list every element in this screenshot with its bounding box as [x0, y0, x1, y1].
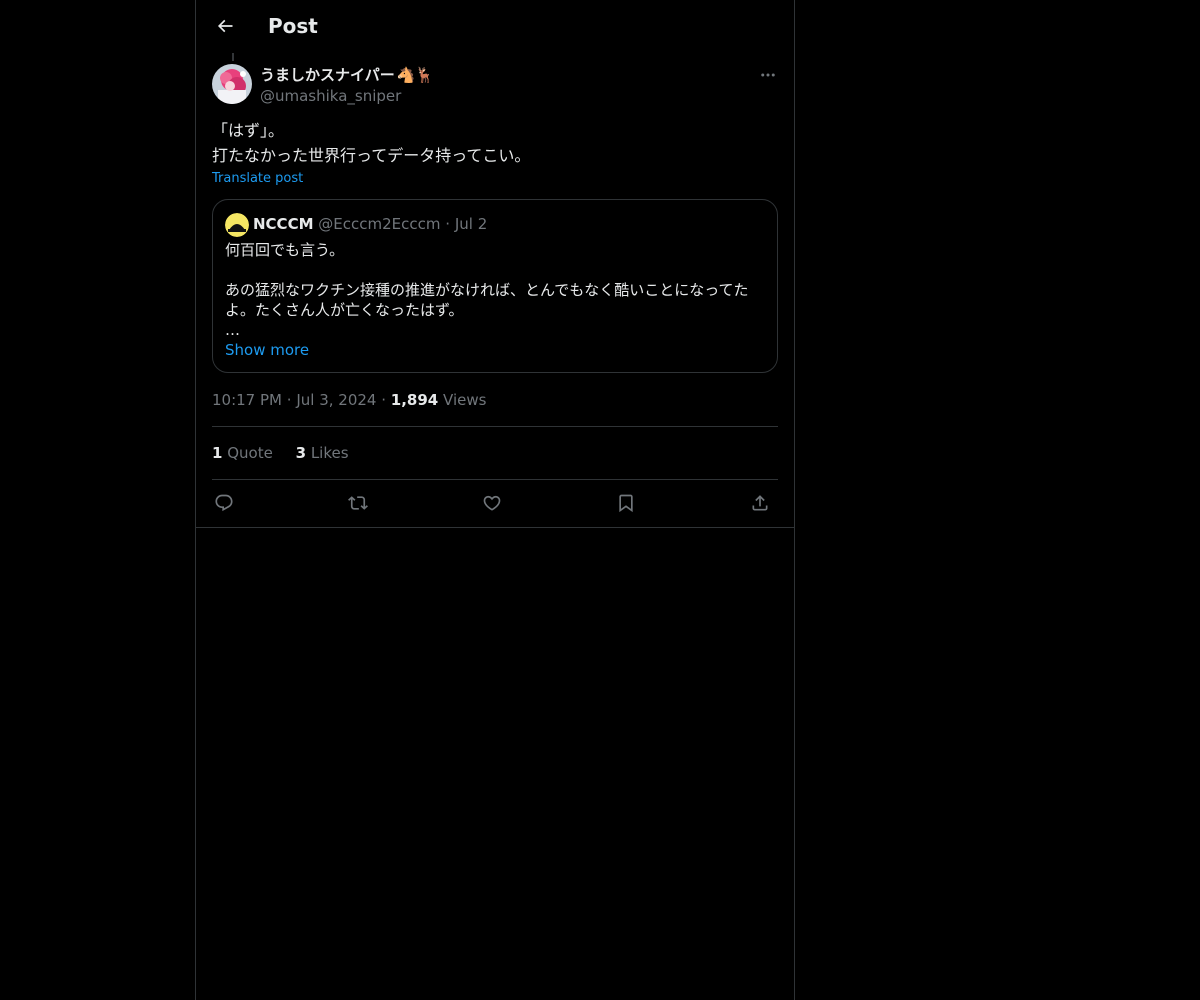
author-avatar[interactable] [212, 64, 252, 104]
thread-connector-line [232, 53, 234, 61]
views-label: Views [443, 391, 487, 409]
quoted-text-line [225, 260, 765, 280]
post-text-line: 「はず」。 [212, 121, 285, 140]
back-button[interactable] [208, 9, 242, 43]
share-icon [750, 493, 770, 513]
likes-label: Likes [310, 444, 349, 462]
share-button[interactable] [748, 491, 772, 515]
bookmark-icon [616, 493, 636, 513]
quoted-author-handle: @Ecccm2Ecccm [318, 215, 441, 233]
quoted-date: Jul 2 [454, 215, 488, 233]
post-bottom-divider [196, 527, 794, 528]
quoted-post-text: 何百回でも言う。 あの猛烈なワクチン接種の推進がなければ、とんでもなく酷いことに… [225, 240, 765, 340]
page-header: Post [196, 0, 794, 53]
likes-count: 3 [295, 444, 307, 462]
post-text: 「はず」。 打たなかった世界行ってデータ持ってこい。 [212, 118, 778, 168]
author-display-name[interactable]: うましかスナイパー 🐴🦌 [260, 65, 434, 85]
page-title: Post [268, 14, 318, 38]
quoted-text-line: あの猛烈なワクチン接種の推進がなければ、とんでもなく酷いことになってた [225, 281, 749, 299]
main-column: Post うましかスナイパー 🐴🦌 @umashika_sniper 「はず」。 … [195, 0, 795, 1000]
post-date[interactable]: Jul 3, 2024 [296, 391, 376, 409]
post-actions-bar [212, 491, 778, 515]
author-name-text: うましかスナイパー [260, 66, 395, 84]
ellipsis-icon [759, 66, 777, 84]
quoted-text-line: 何百回でも言う。 [225, 241, 345, 259]
reply-button[interactable] [212, 491, 236, 515]
quoted-text-line: … [225, 321, 240, 339]
post-time[interactable]: 10:17 PM [212, 391, 282, 409]
views-count: 1,894 [390, 391, 439, 409]
quoted-post-card[interactable]: NCCCM @Ecccm2Ecccm · Jul 2 何百回でも言う。 あの猛烈… [212, 199, 778, 373]
author-handle[interactable]: @umashika_sniper [260, 86, 401, 106]
quotes-label: Quote [227, 444, 273, 462]
quoted-author-avatar [225, 213, 249, 237]
quoted-post-header: NCCCM @Ecccm2Ecccm · Jul 2 [253, 214, 487, 234]
meta-separator: · [381, 391, 387, 409]
bookmark-button[interactable] [614, 491, 638, 515]
likes-stat[interactable]: 3 Likes [296, 444, 349, 462]
more-options-button[interactable] [756, 64, 780, 86]
like-icon [482, 493, 502, 513]
post-text-line: 打たなかった世界行ってデータ持ってこい。 [212, 146, 531, 165]
quoted-separator: · [445, 215, 451, 233]
author-emoji: 🐴🦌 [396, 66, 435, 84]
meta-separator: · [286, 391, 292, 409]
quotes-stat[interactable]: 1 Quote [212, 444, 273, 462]
repost-icon [348, 493, 368, 513]
reply-icon [214, 493, 234, 513]
like-button[interactable] [480, 491, 504, 515]
translate-post-link[interactable]: Translate post [212, 170, 303, 188]
quoted-author-name: NCCCM [253, 215, 314, 233]
arrow-left-icon [215, 16, 235, 36]
show-more-link[interactable]: Show more [225, 340, 309, 360]
quotes-count: 1 [212, 444, 223, 462]
divider [212, 426, 778, 427]
divider [212, 479, 778, 480]
post-meta: 10:17 PM · Jul 3, 2024 · 1,894 Views [212, 390, 486, 410]
post-stats: 1 Quote 3 Likes [212, 443, 367, 463]
repost-button[interactable] [346, 491, 370, 515]
quoted-text-line: よ。たくさん人が亡くなったはず。 [225, 301, 464, 319]
